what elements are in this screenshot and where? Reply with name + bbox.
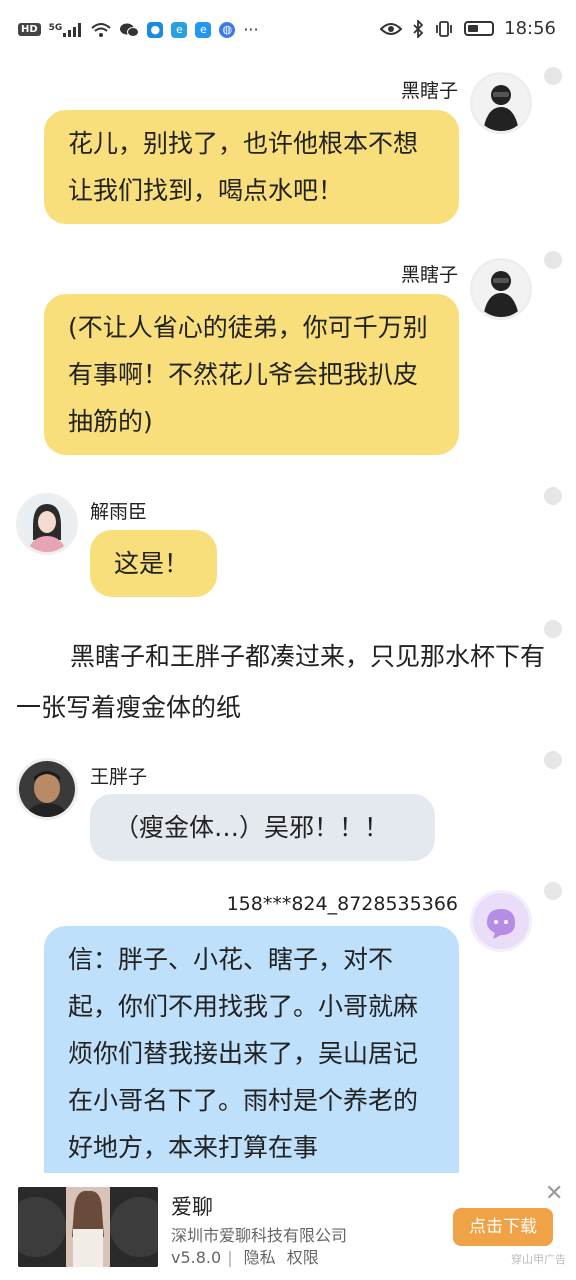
- message-menu-dot[interactable]: [544, 487, 562, 505]
- app-e2-icon: e: [195, 21, 212, 38]
- pink-robed-character-avatar[interactable]: [16, 493, 78, 555]
- hd-icon: HD: [18, 23, 41, 36]
- vibrate-icon: [436, 20, 453, 37]
- ad-version: v5.8.0: [171, 1248, 222, 1267]
- message-menu-dot[interactable]: [544, 620, 562, 638]
- chat-bubble[interactable]: 信：胖子、小花、瞎子，对不起，你们不用找我了。小哥就麻烦你们替我接出来了，吴山居…: [44, 926, 459, 1186]
- bluetooth-icon: [413, 19, 424, 38]
- sender-name: 王胖子: [90, 766, 148, 788]
- ad-company: 深圳市爱聊科技有限公司: [171, 1226, 348, 1245]
- chat-bubble[interactable]: （瘦金体…）吴邪！！！: [90, 794, 435, 861]
- ad-banner[interactable]: 爱聊 深圳市爱聊科技有限公司 v5.8.0 | 隐私 权限 点击下载 ✕ 穿山甲广…: [0, 1173, 576, 1280]
- ad-separator: |: [227, 1248, 233, 1267]
- more-dots-icon: ···: [243, 20, 259, 39]
- message-menu-dot[interactable]: [544, 67, 562, 85]
- message-menu-dot[interactable]: [544, 882, 562, 900]
- chat-bubble[interactable]: 这是！: [90, 530, 217, 597]
- battery-icon: [464, 21, 495, 36]
- chat-bubble[interactable]: (不让人省心的徒弟，你可千万别有事啊！不然花儿爷会把我扒皮抽筋的): [44, 294, 459, 455]
- man-in-black-avatar[interactable]: [470, 258, 532, 320]
- chat-bubble[interactable]: 花儿，别找了，也许他根本不想让我们找到，喝点水吧！: [44, 110, 459, 224]
- man-portrait-avatar[interactable]: [16, 758, 78, 820]
- message-menu-dot[interactable]: [544, 251, 562, 269]
- wechat-icon: [120, 23, 140, 37]
- narration-text: 黑瞎子和王胖子都凑过来，只见那水杯下有一张写着瘦金体的纸: [16, 642, 546, 722]
- ad-thumbnail[interactable]: [18, 1187, 158, 1267]
- sender-name: 黑瞎子: [400, 80, 458, 102]
- browser-icon: ◍: [219, 21, 236, 38]
- message-menu-dot[interactable]: [544, 751, 562, 769]
- sender-name: 158***824_8728535366: [226, 893, 458, 915]
- status-bar: HD 5G ● e e ◍ ··· 18:56: [0, 0, 576, 60]
- sender-name: 解雨臣: [90, 501, 148, 523]
- ad-source-tag: 穿山甲广告: [511, 1253, 566, 1266]
- 5g-signal-icon: 5G: [49, 22, 84, 37]
- download-button[interactable]: 点击下载: [453, 1208, 553, 1246]
- eye-icon: [380, 22, 403, 35]
- sender-name: 黑瞎子: [400, 264, 458, 286]
- shield-app-icon: ●: [147, 21, 164, 38]
- ad-permissions-link[interactable]: 权限: [287, 1248, 319, 1267]
- wifi-icon: [91, 22, 111, 37]
- status-right: 18:56: [380, 18, 556, 39]
- ad-title: 爱聊: [171, 1195, 213, 1219]
- purple-default-avatar[interactable]: [470, 890, 532, 952]
- clock: 18:56: [504, 18, 556, 39]
- status-left: HD 5G ● e e ◍ ···: [18, 20, 259, 39]
- man-in-black-avatar[interactable]: [470, 72, 532, 134]
- close-icon[interactable]: ✕: [545, 1181, 563, 1206]
- ad-meta: v5.8.0 | 隐私 权限: [171, 1244, 325, 1268]
- ad-privacy-link[interactable]: 隐私: [244, 1248, 276, 1267]
- app-e-icon: e: [171, 21, 188, 38]
- battery-level: [468, 25, 479, 32]
